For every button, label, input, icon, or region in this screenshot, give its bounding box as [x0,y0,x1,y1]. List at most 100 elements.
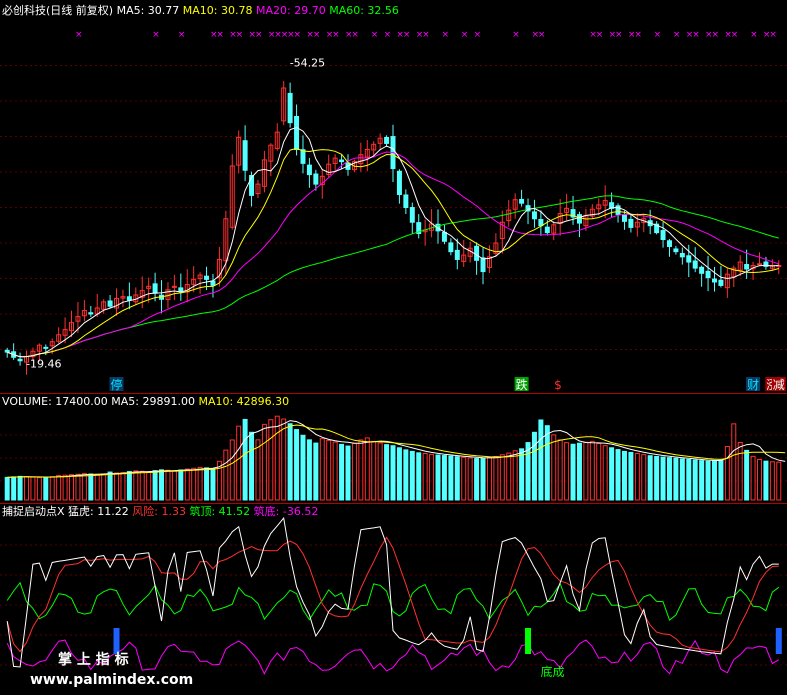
candle [152,283,158,294]
legend-item: 风险: 1.33 [129,504,186,518]
x-mark: × [313,30,321,40]
price-low-label: -19.46 [26,358,61,371]
signal-bar [113,628,120,654]
candle [679,252,685,258]
bottom-signal-label: 底成 [540,664,564,679]
legend-item: 筑顶: 41.52 [186,504,250,518]
stock-chart: 必创科技(日线 前复权) MA5: 30.77 MA10: 30.78 MA20… [0,0,787,695]
legend-item: MA5: 29891.00 [108,395,195,408]
candle [313,173,319,185]
x-mark: × [615,30,623,40]
candle [454,249,460,260]
volume-bar [152,470,158,501]
event-marker: $ [554,378,562,392]
legend-item: MA60: 32.56 [326,4,399,17]
volume-bar [294,429,300,501]
volume-bar [666,457,672,501]
x-mark: × [236,30,244,40]
volume-bar [345,445,351,501]
candle [204,275,210,280]
volume-bar [4,476,10,501]
watermark-url: www.palmindex.com [30,672,193,688]
x-mark: × [512,30,520,40]
volume-bar [673,457,679,501]
volume-bar [11,476,17,501]
x-mark: × [673,30,681,40]
volume-bar [692,459,698,501]
x-mark: × [634,30,642,40]
price-legend: 必创科技(日线 前复权) MA5: 30.77 MA10: 30.78 MA20… [2,3,399,17]
legend-item: MA20: 29.70 [253,4,326,17]
candle [242,140,248,171]
candle [17,358,23,362]
volume-bar [576,442,582,501]
candle [531,211,537,220]
volume-bar [390,445,396,501]
candle [692,260,698,269]
candle [660,230,666,241]
chart-background [0,0,787,695]
candle [403,194,409,208]
volume-bar [409,450,415,501]
volume-bar [339,443,345,501]
candle [441,231,447,242]
candle [576,214,582,224]
volume-bar [615,449,621,501]
x-mark: × [474,30,482,40]
volume-bar [718,459,724,501]
x-mark: × [75,30,83,40]
candle [287,92,293,124]
candle [396,170,402,196]
volume-bar [647,455,653,501]
event-marker: 跌 [516,377,528,392]
candle [711,278,717,283]
candle [474,245,480,261]
volume-bar [306,439,312,501]
candle [538,218,544,227]
x-mark: × [711,30,719,40]
candle [210,280,216,286]
indicator-legend: 捕捉启动点X 猛虎: 11.22 风险: 1.33 筑顶: 41.52 筑底: … [2,504,318,518]
legend-item: 筑底: -36.52 [250,504,318,518]
volume-legend: VOLUME: 17400.00 MA5: 29891.00 MA10: 428… [2,395,289,408]
volume-bar [107,471,113,501]
volume-bar [744,449,750,501]
candle [686,255,692,263]
volume-bar [705,460,711,501]
volume-bar [621,450,627,501]
candle [178,287,184,292]
volume-bar [126,471,132,501]
volume-bar [538,419,544,501]
legend-item: MA10: 42896.30 [195,395,289,408]
volume-bar [210,468,216,501]
x-mark: × [294,30,302,40]
signal-bar [525,628,532,654]
volume-bar [242,418,248,501]
volume-bar [435,454,441,501]
volume-bar [699,460,705,501]
candle [621,214,627,222]
candle [294,115,300,150]
candle [757,263,762,266]
volume-bar [249,431,255,501]
volume-bar [531,431,537,501]
x-mark: × [403,30,411,40]
volume-bar [204,467,210,501]
x-mark: × [371,30,379,40]
volume-bar [519,448,525,501]
candle [126,296,132,301]
watermark-cn: 掌 上 指 标 [58,651,129,668]
x-mark: × [422,30,430,40]
candle [480,257,486,273]
x-mark: × [332,30,340,40]
volume-bar [416,452,422,501]
volume-bar [474,458,480,501]
volume-bar [43,476,49,501]
candle [744,264,750,270]
x-mark: × [351,30,359,40]
x-mark: × [692,30,700,40]
volume-bar [480,457,486,501]
candle [666,240,672,247]
volume-bar [403,449,409,501]
volume-bar [763,460,769,501]
